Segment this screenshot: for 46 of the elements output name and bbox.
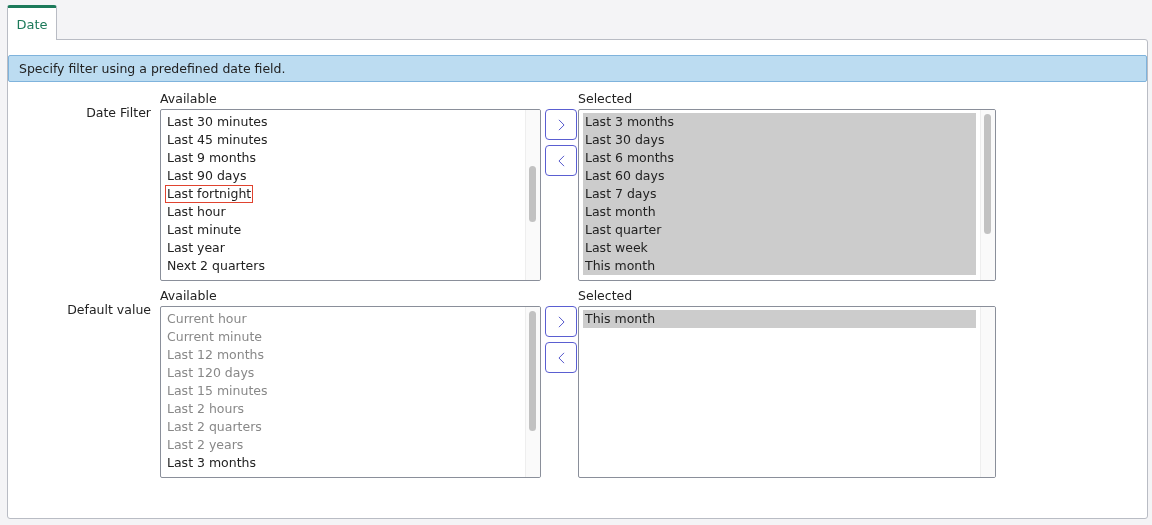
list-box[interactable]: Last 30 minutes Last 45 minutes Last 9 months Last 90 days Last fortnight Last hour Last minute Last year Next 2 quarters xyxy=(160,109,541,281)
move-right-button[interactable] xyxy=(545,109,577,140)
list-box[interactable]: This month xyxy=(578,306,996,478)
move-left-button[interactable] xyxy=(545,342,577,373)
list-option[interactable]: This month xyxy=(583,310,976,328)
move-right-button[interactable] xyxy=(545,306,577,337)
list-option[interactable]: Last 60 days xyxy=(583,167,976,185)
list-header: Available xyxy=(160,92,218,106)
list-option[interactable]: Last 6 months xyxy=(583,149,976,167)
list-header: Available xyxy=(160,289,218,303)
list-option[interactable]: Last 30 minutes xyxy=(165,113,521,131)
list-option[interactable]: This month xyxy=(583,257,976,275)
list-option[interactable]: Last minute xyxy=(165,221,521,239)
list-option[interactable]: Last 3 months xyxy=(165,454,521,472)
chevron-right-icon xyxy=(557,315,565,328)
list-option[interactable]: Last 3 months xyxy=(583,113,976,131)
scrollbar-thumb[interactable] xyxy=(984,114,991,234)
move-left-button[interactable] xyxy=(545,145,577,176)
list-option[interactable]: Last quarter xyxy=(583,221,976,239)
list-option[interactable]: Last fortnight xyxy=(165,185,254,203)
list-box[interactable]: Last 3 months Last 30 days Last 6 months Last 60 days Last 7 days Last month Last quarter Last week This month xyxy=(578,109,996,281)
date-tab[interactable]: Date xyxy=(7,5,57,40)
list-option[interactable]: Last 9 months xyxy=(165,149,521,167)
scrollbar-thumb[interactable] xyxy=(529,166,536,222)
list-option[interactable]: Last 30 days xyxy=(583,131,976,149)
scrollbar[interactable] xyxy=(980,110,995,280)
list-option[interactable]: Last 45 minutes xyxy=(165,131,521,149)
scrollbar-thumb[interactable] xyxy=(529,311,536,431)
list-option[interactable]: Last hour xyxy=(165,203,521,221)
list-option[interactable]: Last month xyxy=(583,203,976,221)
list-option[interactable]: Last year xyxy=(165,239,521,257)
scrollbar[interactable] xyxy=(980,307,995,477)
chevron-right-icon xyxy=(557,118,565,131)
field-label: Default value xyxy=(66,301,151,317)
chevron-left-icon xyxy=(557,351,565,364)
list-option[interactable]: Next 2 quarters xyxy=(165,257,521,275)
info-banner: Specify filter using a predefined date field. xyxy=(8,55,1147,82)
list-header: Selected xyxy=(578,92,634,106)
scrollbar[interactable] xyxy=(525,307,540,477)
list-option[interactable]: Last week xyxy=(583,239,976,257)
list-option[interactable]: Last 7 days xyxy=(583,185,976,203)
field-label: Date Filter xyxy=(85,104,151,120)
chevron-left-icon xyxy=(557,154,565,167)
list-header: Selected xyxy=(578,289,634,303)
list-option[interactable]: Last 90 days xyxy=(165,167,521,185)
scrollbar[interactable] xyxy=(525,110,540,280)
